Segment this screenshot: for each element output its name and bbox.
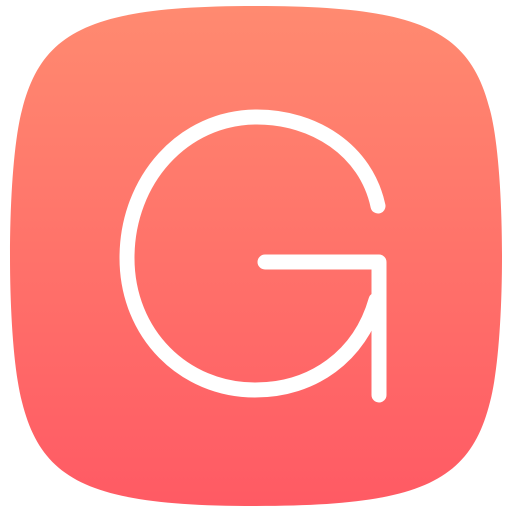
icon-background xyxy=(10,6,502,506)
app-icon-canvas xyxy=(0,0,512,512)
app-icon xyxy=(10,6,502,506)
